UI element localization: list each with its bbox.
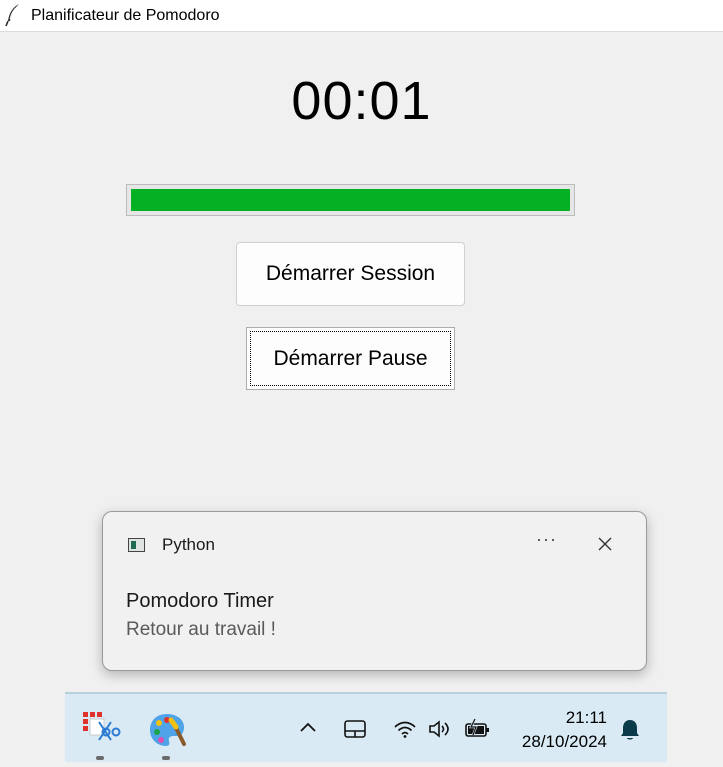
more-options-button[interactable]: ··· bbox=[536, 529, 557, 550]
toast-app-name: Python bbox=[162, 535, 215, 554]
session-progress-bar bbox=[126, 184, 575, 216]
snipping-tool-running-indicator bbox=[96, 756, 104, 760]
progress-fill bbox=[131, 189, 570, 211]
chevron-up-icon[interactable] bbox=[299, 720, 317, 734]
wifi-icon[interactable] bbox=[393, 719, 417, 739]
feather-icon bbox=[5, 4, 19, 27]
clock-time[interactable]: 21:11 bbox=[566, 708, 607, 728]
start-pause-button[interactable]: Démarrer Pause bbox=[246, 327, 455, 390]
taskbar: 21:11 28/10/2024 bbox=[65, 692, 667, 762]
title-bar: Planificateur de Pomodoro bbox=[0, 0, 723, 32]
start-session-button[interactable]: Démarrer Session bbox=[236, 242, 465, 306]
toast-notification[interactable]: Python ··· Pomodoro Timer Retour au trav… bbox=[102, 511, 647, 671]
battery-icon[interactable] bbox=[463, 718, 491, 740]
volume-icon[interactable] bbox=[427, 718, 453, 740]
close-icon[interactable] bbox=[597, 536, 613, 552]
touchpad-icon[interactable] bbox=[343, 719, 367, 739]
clock-date[interactable]: 28/10/2024 bbox=[522, 732, 607, 752]
bell-icon[interactable] bbox=[619, 718, 641, 742]
timer-display: 00:01 bbox=[291, 71, 432, 131]
paint-button[interactable] bbox=[147, 710, 187, 750]
toast-title: Pomodoro Timer bbox=[126, 590, 274, 612]
snipping-tool-icon bbox=[83, 712, 121, 741]
paint-running-indicator bbox=[162, 756, 170, 760]
toast-message: Retour au travail ! bbox=[126, 619, 276, 640]
start-session-label: Démarrer Session bbox=[265, 262, 436, 285]
snipping-tool-button[interactable] bbox=[81, 710, 121, 750]
focus-ring bbox=[250, 331, 451, 386]
window-title: Planificateur de Pomodoro bbox=[31, 7, 220, 24]
paint-icon bbox=[150, 714, 186, 746]
python-window-icon bbox=[128, 538, 145, 552]
